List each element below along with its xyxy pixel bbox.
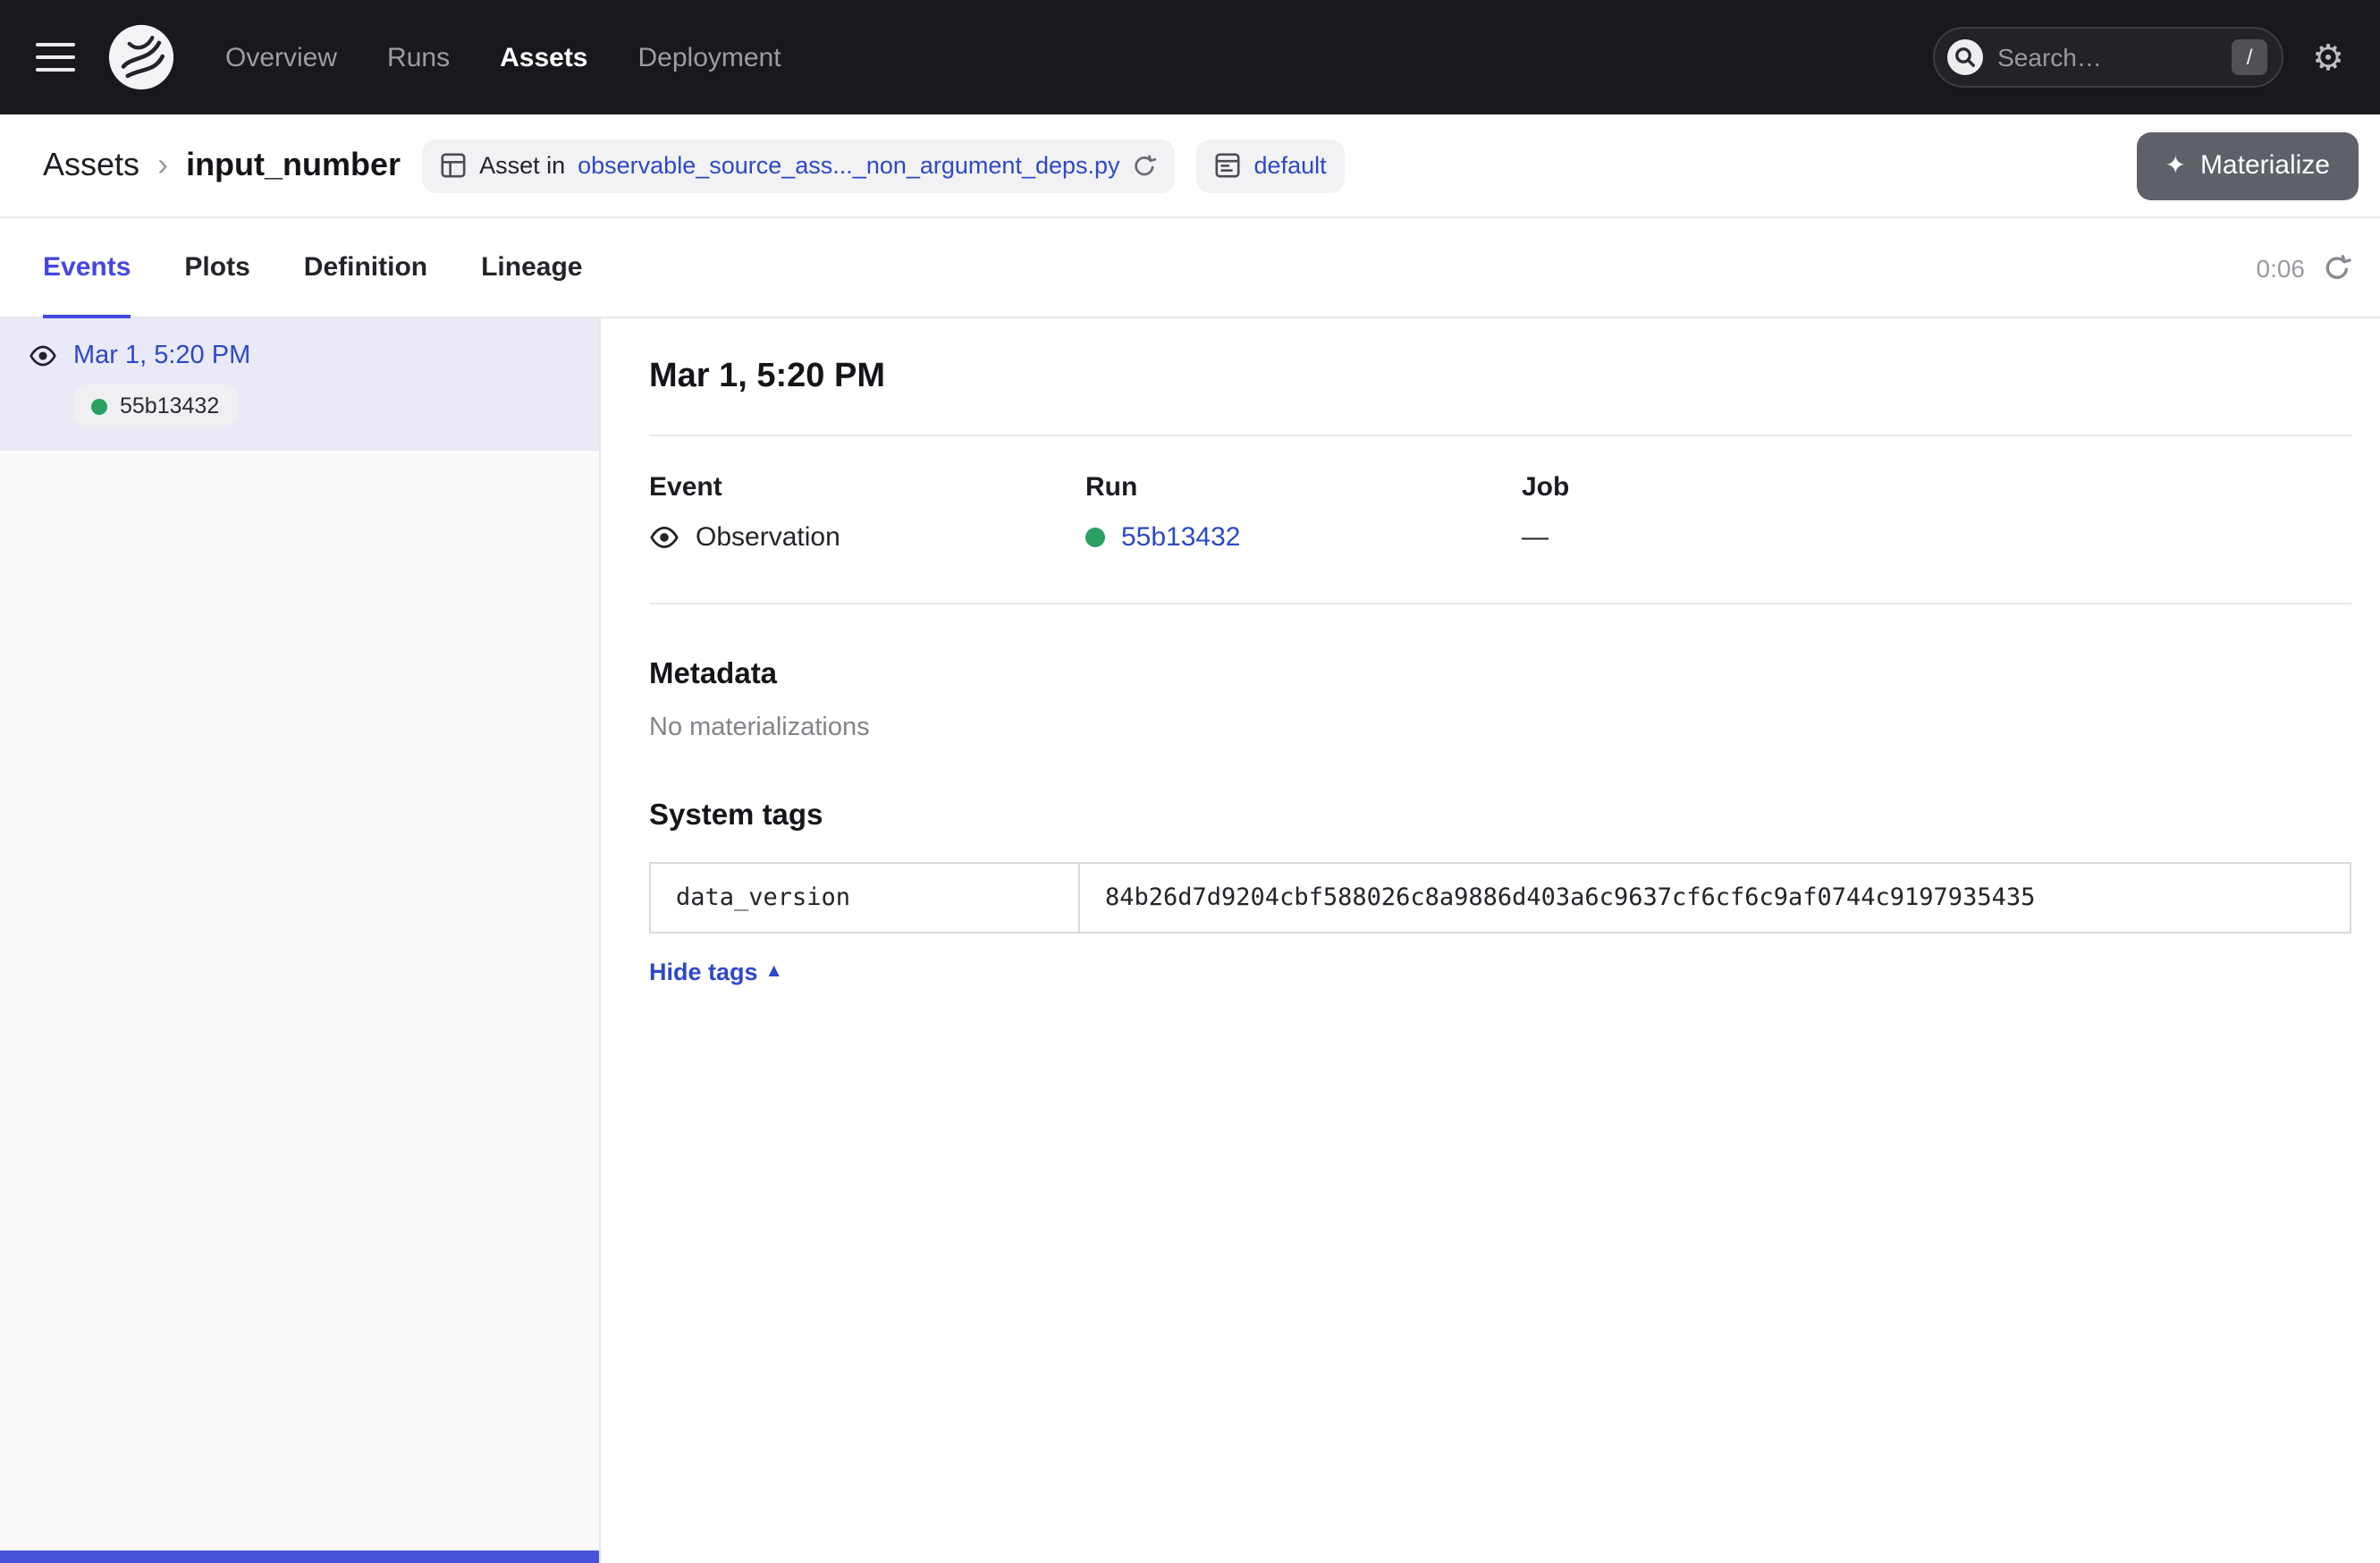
breadcrumb-assets-link[interactable]: Assets	[43, 147, 139, 184]
run-badge-label: 55b13432	[120, 393, 219, 418]
nav-item-overview[interactable]: Overview	[225, 42, 337, 72]
hide-tags-link[interactable]: Hide tags ▲	[649, 959, 780, 985]
run-badge[interactable]: 55b13432	[73, 384, 237, 427]
nav-item-runs[interactable]: Runs	[387, 42, 450, 72]
tag-value-cell: 84b26d7d9204cbf588026c8a9886d403a6c9637c…	[1079, 863, 2350, 933]
tabs-row: Events Plots Definition Lineage 0:06	[0, 218, 2380, 318]
content-area: Mar 1, 5:20 PM 55b13432 Mar 1, 5:20 PM E…	[0, 318, 2380, 1563]
materialize-button-label: Materialize	[2200, 150, 2330, 181]
eye-icon	[649, 522, 679, 553]
metadata-empty-text: No materializations	[649, 714, 2351, 742]
code-location-chip[interactable]: default	[1197, 139, 1345, 192]
metadata-heading: Metadata	[649, 658, 2351, 692]
job-column-label: Job	[1522, 472, 2351, 503]
sidebar-bottom-bar	[0, 1550, 599, 1563]
sparkle-icon: ✦	[2165, 153, 2185, 178]
nav-item-assets[interactable]: Assets	[500, 42, 587, 72]
materialize-button[interactable]: ✦ Materialize	[2136, 131, 2359, 199]
breadcrumb-row: Assets › input_number Asset in observabl…	[0, 114, 2380, 218]
table-icon	[440, 152, 467, 179]
job-column: Job —	[1522, 472, 2351, 553]
refresh-icon[interactable]	[2323, 253, 2351, 282]
dagster-logo[interactable]	[107, 23, 175, 91]
tab-lineage[interactable]: Lineage	[481, 218, 582, 318]
job-value: —	[1522, 522, 2351, 553]
asset-chip-prefix: Asset in	[479, 152, 565, 179]
menu-icon[interactable]	[36, 39, 79, 75]
refresh-area: 0:06	[2257, 218, 2352, 317]
refresh-countdown: 0:06	[2257, 253, 2306, 282]
run-status-dot	[1085, 528, 1105, 547]
reload-icon[interactable]	[1133, 153, 1158, 178]
search-shortcut-key: /	[2232, 39, 2267, 75]
run-status-dot	[91, 398, 107, 414]
event-column-label: Event	[649, 472, 1085, 503]
top-nav: Overview Runs Assets Deployment / ⚙	[0, 0, 2380, 114]
eye-icon	[29, 342, 57, 370]
tab-definition[interactable]: Definition	[304, 218, 427, 318]
event-list-item[interactable]: Mar 1, 5:20 PM 55b13432	[0, 318, 599, 451]
search-input[interactable]	[1997, 43, 2219, 72]
repo-icon	[1215, 152, 1242, 179]
system-tags-table: data_version 84b26d7d9204cbf588026c8a988…	[649, 862, 2351, 934]
dagster-app: Overview Runs Assets Deployment / ⚙ Asse…	[0, 0, 2380, 1563]
hide-tags-label: Hide tags	[649, 959, 758, 985]
run-id-link[interactable]: 55b13432	[1121, 522, 1241, 553]
primary-nav: Overview Runs Assets Deployment	[225, 42, 781, 72]
event-timestamp-link[interactable]: Mar 1, 5:20 PM	[73, 342, 250, 370]
tab-plots[interactable]: Plots	[184, 218, 249, 318]
breadcrumb: Assets › input_number	[43, 147, 401, 184]
tag-key-cell: data_version	[650, 863, 1079, 933]
asset-file-link[interactable]: observable_source_ass..._non_argument_de…	[578, 152, 1119, 179]
chevron-right-icon: ›	[157, 147, 168, 184]
gear-icon[interactable]: ⚙	[2312, 39, 2344, 75]
caret-up-icon: ▲	[769, 962, 780, 978]
run-column: Run 55b13432	[1085, 472, 1522, 553]
table-row: data_version 84b26d7d9204cbf588026c8a988…	[650, 863, 2350, 933]
system-tags-heading: System tags	[649, 799, 2351, 833]
divider	[649, 435, 2351, 436]
events-sidebar: Mar 1, 5:20 PM 55b13432	[0, 318, 601, 1563]
tabs: Events Plots Definition Lineage	[43, 218, 582, 317]
search-icon	[1945, 38, 1985, 77]
nav-item-deployment[interactable]: Deployment	[638, 42, 781, 72]
page-title: input_number	[186, 147, 401, 184]
event-column: Event Observation	[649, 472, 1085, 553]
run-column-label: Run	[1085, 472, 1522, 503]
event-detail: Mar 1, 5:20 PM Event Observation	[601, 318, 2380, 1563]
event-summary-columns: Event Observation Run	[649, 472, 2351, 553]
divider	[649, 603, 2351, 604]
event-detail-title: Mar 1, 5:20 PM	[649, 358, 2351, 397]
tab-events[interactable]: Events	[43, 218, 131, 318]
event-type-value: Observation	[696, 522, 840, 553]
search-box[interactable]: /	[1933, 27, 2283, 88]
asset-definition-chip: Asset in observable_source_ass..._non_ar…	[422, 139, 1175, 192]
code-location-link[interactable]: default	[1254, 152, 1327, 179]
